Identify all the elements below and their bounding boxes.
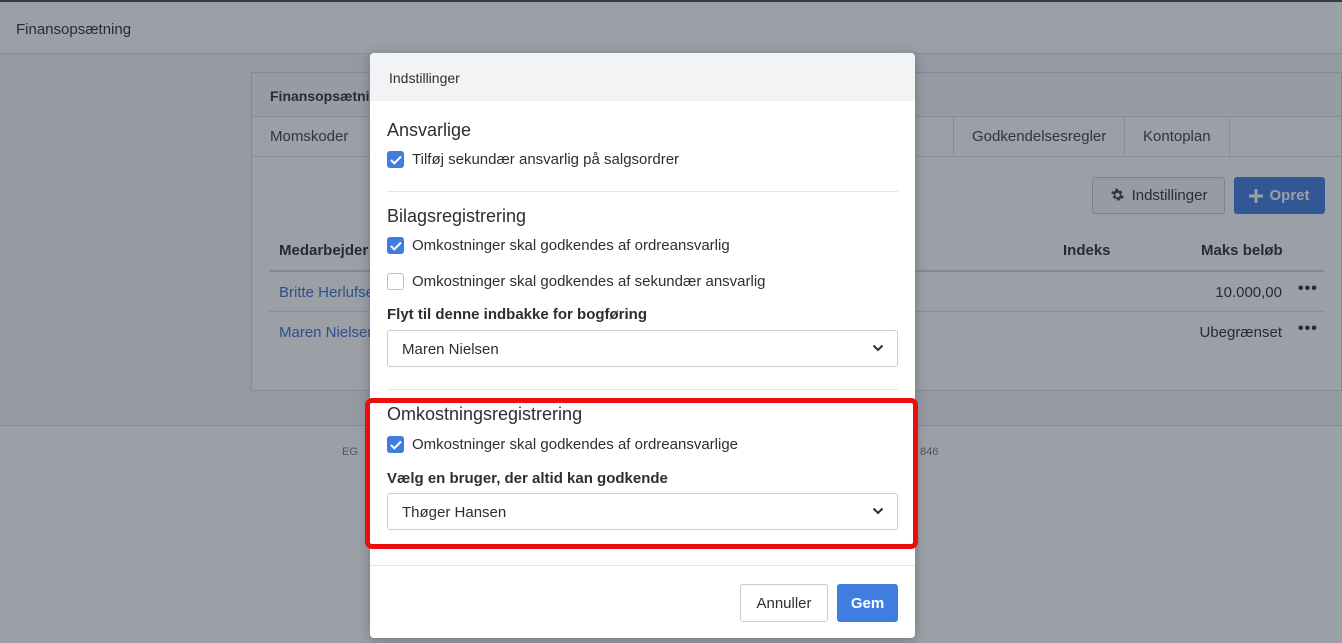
checkbox-voucher-secondary-responsible[interactable]: Omkostninger skal godkendes af sekundær …: [387, 273, 766, 290]
checkbox-checked[interactable]: [387, 151, 404, 168]
settings-modal: Indstillinger Ansvarlige Tilføj sekundær…: [370, 53, 915, 638]
checkbox-voucher-order-responsible[interactable]: Omkostninger skal godkendes af ordreansv…: [387, 237, 730, 254]
chevron-down-icon: [872, 344, 884, 352]
select-value: Maren Nielsen: [402, 341, 499, 358]
inbox-select[interactable]: Maren Nielsen: [387, 330, 898, 367]
cancel-button[interactable]: Annuller: [740, 584, 828, 622]
checkbox-secondary-on-sales[interactable]: Tilføj sekundær ansvarlig på salgsordrer: [387, 151, 679, 168]
checkbox-checked[interactable]: [387, 237, 404, 254]
section-divider: [387, 389, 898, 390]
section-title-responsible: Ansvarlige: [387, 120, 472, 140]
section-divider: [387, 191, 898, 192]
checkbox-label: Tilføj sekundær ansvarlig på salgsordrer: [412, 151, 680, 168]
section-title-voucher: Bilagsregistrering: [387, 206, 527, 226]
modal-header: Indstillinger: [370, 53, 915, 101]
check-icon: [389, 155, 402, 165]
modal-footer-divider: [370, 565, 915, 566]
highlight-annotation-box: [365, 398, 918, 549]
check-icon: [389, 241, 402, 251]
modal-title: Indstillinger: [389, 70, 460, 86]
checkbox-unchecked[interactable]: [387, 273, 404, 290]
save-button[interactable]: Gem: [837, 584, 898, 622]
checkbox-label: Omkostninger skal godkendes af sekundær …: [412, 273, 766, 290]
checkbox-label: Omkostninger skal godkendes af ordreansv…: [412, 237, 730, 254]
inbox-field-label: Flyt til denne indbakke for bogføring: [387, 306, 648, 323]
